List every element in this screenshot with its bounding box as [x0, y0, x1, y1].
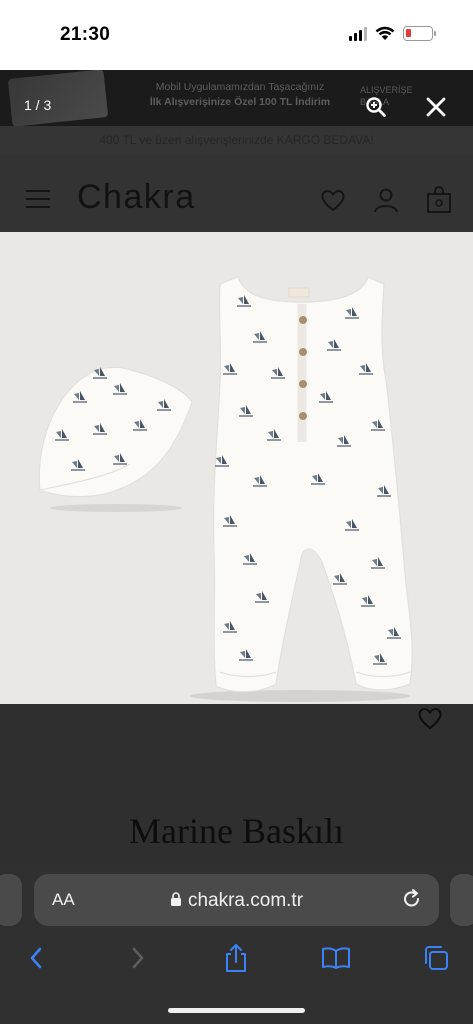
- product-photo: [0, 232, 473, 704]
- shopping-bag-icon[interactable]: [425, 186, 453, 214]
- forward-button[interactable]: [122, 942, 154, 974]
- back-button[interactable]: [20, 942, 52, 974]
- address-bar[interactable]: AA chakra.com.tr: [34, 874, 439, 926]
- home-indicator: [168, 1008, 305, 1013]
- product-image[interactable]: [0, 232, 473, 704]
- menu-icon[interactable]: [26, 190, 50, 208]
- shipping-notice: 400 TL ve üzeri alışverişlerinizde KARGO…: [0, 126, 473, 154]
- chevron-right-icon: [132, 947, 144, 969]
- app-promo-image: [7, 70, 109, 126]
- status-icons: [349, 26, 436, 41]
- heart-icon[interactable]: [319, 186, 347, 214]
- promo-banner: Mobil Uygulamamızdan Taşacağınız İlk Alı…: [0, 70, 473, 126]
- safari-bottom-bar: AA chakra.com.tr: [0, 864, 473, 1024]
- promo-line-2: İlk Alışverişinize Özel 100 TL İndirim: [149, 96, 331, 108]
- share-button[interactable]: [220, 942, 252, 974]
- next-tab-preview[interactable]: [450, 874, 473, 926]
- url-display[interactable]: chakra.com.tr: [34, 890, 439, 912]
- tabs-button[interactable]: [420, 942, 452, 974]
- url-text: chakra.com.tr: [187, 890, 304, 911]
- share-icon: [226, 944, 246, 972]
- promo-text: Mobil Uygulamamızdan Taşacağınız İlk Alı…: [130, 80, 350, 110]
- zoom-in-icon: [366, 97, 386, 117]
- tabs-icon: [425, 946, 448, 970]
- product-details-dimmed: Marine Baskılı: [0, 704, 473, 864]
- status-time: 21:30: [60, 24, 111, 45]
- zoom-button[interactable]: [362, 93, 390, 121]
- page: 21:30 Mobil Uygulamamızdan Taşacağınız İ…: [0, 0, 473, 1024]
- chevron-left-icon: [30, 947, 42, 969]
- site-logo[interactable]: Chakra: [77, 178, 196, 217]
- site-header: Chakra: [0, 154, 473, 232]
- wifi-icon: [375, 26, 395, 40]
- promo-line-1: Mobil Uygulamamızdan Taşacağınız: [155, 81, 325, 93]
- book-icon: [322, 947, 350, 969]
- lock-icon: [170, 892, 181, 906]
- close-icon: [426, 97, 446, 117]
- close-button[interactable]: [422, 93, 450, 121]
- product-title: Marine Baskılı: [129, 811, 344, 851]
- bookmarks-button[interactable]: [320, 942, 352, 974]
- previous-tab-preview[interactable]: [0, 874, 22, 926]
- battery-icon: [403, 26, 436, 41]
- reload-icon[interactable]: [401, 888, 423, 910]
- image-counter: 1 / 3: [24, 97, 52, 113]
- cellular-signal-icon: [349, 26, 367, 41]
- user-icon[interactable]: [372, 186, 400, 214]
- status-bar: 21:30: [0, 0, 473, 70]
- favorite-icon[interactable]: [416, 704, 444, 732]
